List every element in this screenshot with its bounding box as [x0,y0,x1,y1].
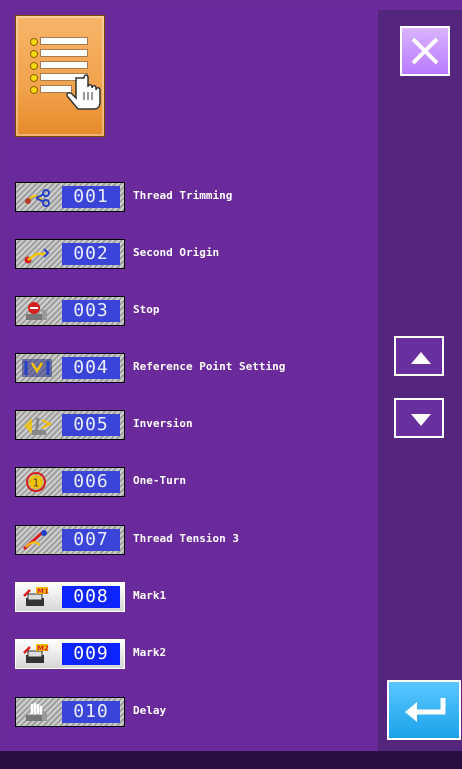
menu-list-button[interactable] [15,15,105,137]
command-row-002: 002 Second Origin [15,239,355,271]
command-label: Delay [133,704,167,717]
triangle-up-icon [411,352,431,364]
close-x-icon [411,37,439,65]
command-label: Mark2 [133,646,167,659]
command-button-010[interactable]: 010 [15,697,125,727]
bullet-dot [30,86,38,94]
command-row-006: 1 006 One-Turn [15,467,355,499]
command-label: Reference Point Setting [133,360,286,373]
command-button-002[interactable]: 002 [15,239,125,269]
stop-icon [26,302,47,320]
command-code: 004 [62,357,120,379]
command-label: Stop [133,303,160,316]
command-code: 003 [62,300,120,322]
bullet-dot [30,62,38,70]
command-label: Mark1 [133,589,167,602]
command-label: Thread Trimming [133,189,233,202]
scroll-up-button[interactable] [394,336,444,376]
command-row-005: 005 Inversion [15,410,355,442]
command-code: 009 [62,643,120,665]
program-command-screen: 001 Thread Trimming 002 Second Origin 003 Sto… [0,0,462,769]
bullet-dot [30,38,38,46]
command-row-010: 010 Delay [15,697,355,729]
inversion-icon [24,417,53,435]
command-code: 006 [62,471,120,493]
hand-pointer-icon [66,74,101,110]
triangle-down-icon [411,414,431,426]
command-button-005[interactable]: 005 [15,410,125,440]
list-line [40,37,88,45]
scroll-down-button[interactable] [394,398,444,438]
command-code: 008 [62,586,120,608]
thread-trim-icon [25,189,50,207]
command-row-004: 004 Reference Point Setting [15,353,355,385]
second-origin-icon [24,248,50,264]
command-button-006[interactable]: 1 006 [15,467,125,497]
command-button-008[interactable]: M1 008 [15,582,125,612]
command-code: 010 [62,701,120,723]
command-row-001: 001 Thread Trimming [15,182,355,214]
command-code: 002 [62,243,120,265]
command-button-009[interactable]: M2 009 [15,639,125,669]
mark2-icon: M2 [23,644,49,663]
command-label: Thread Tension 3 [133,532,239,545]
command-row-003: 003 Stop [15,296,355,328]
mark1-icon: M1 [23,587,49,606]
command-row-009: M2 009 Mark2 [15,639,355,671]
side-control-panel [378,10,462,751]
list-line [40,49,88,57]
command-code: 007 [62,529,120,551]
bullet-dot [30,50,38,58]
bullet-dot [30,74,38,82]
list-line [40,61,88,69]
enter-button[interactable] [387,680,461,740]
close-button[interactable] [400,26,450,76]
command-button-007[interactable]: 007 [15,525,125,555]
command-label: Inversion [133,417,193,430]
svg-text:M2: M2 [37,645,49,653]
command-button-003[interactable]: 003 [15,296,125,326]
svg-text:1: 1 [33,477,40,490]
command-code: 001 [62,186,120,208]
reference-point-icon [22,359,52,377]
command-label: Second Origin [133,246,220,259]
command-button-004[interactable]: 004 [15,353,125,383]
command-button-001[interactable]: 001 [15,182,125,212]
command-row-007: 007 Thread Tension 3 [15,525,355,557]
delay-icon [26,702,47,721]
bottom-strip [0,751,462,769]
one-turn-icon: 1 [26,472,46,492]
command-code: 005 [62,414,120,436]
enter-arrow-icon [405,698,446,722]
thread-tension-icon [22,529,47,551]
command-label: One-Turn [133,474,186,487]
command-row-008: M1 008 Mark1 [15,582,355,614]
svg-text:M1: M1 [37,588,49,596]
